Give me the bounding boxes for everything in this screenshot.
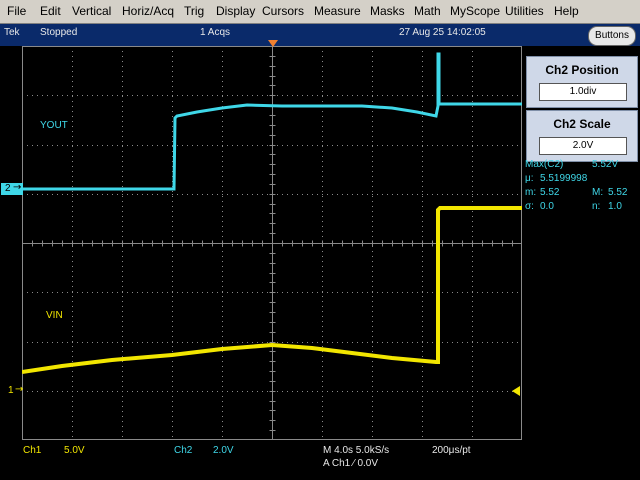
menu-file[interactable]: File [7, 4, 26, 18]
menu-horiz-acq[interactable]: Horiz/Acq [122, 4, 174, 18]
buttons-button[interactable]: Buttons [588, 26, 636, 46]
menu-edit[interactable]: Edit [40, 4, 61, 18]
ch2-scale-value[interactable]: 2.0V [539, 137, 627, 155]
meas-count-label: n: [592, 201, 601, 212]
menu-cursors[interactable]: Cursors [262, 4, 304, 18]
run-state: Stopped [40, 27, 78, 38]
ch1-readout-name[interactable]: Ch1 [23, 445, 41, 456]
trigger-level-icon [512, 386, 520, 396]
ch2-position-value[interactable]: 1.0div [539, 83, 627, 101]
ch2-waveform-label: YOUT [40, 120, 68, 131]
ch2-position-title: Ch2 Position [545, 63, 619, 77]
resolution-readout: 200μs/pt [432, 445, 471, 456]
waveform-display[interactable] [22, 46, 522, 440]
ch1-ground-marker[interactable]: 1 → [6, 384, 24, 397]
date-time: 27 Aug 25 14:02:05 [399, 27, 486, 38]
brand-label: Tek [4, 27, 20, 38]
meas-maxstat-label: M: [592, 187, 604, 198]
menu-vertical[interactable]: Vertical [72, 4, 111, 18]
trigger-readout[interactable]: A Ch1 ⁄ 0.0V [323, 458, 378, 469]
ch2-readout-name[interactable]: Ch2 [174, 445, 192, 456]
acq-count: 1 Acqs [200, 27, 231, 38]
ch2-scale-control[interactable]: Ch2 Scale 2.0V [526, 110, 638, 162]
timebase-readout[interactable]: M 4.0s 5.0kS/s [323, 445, 389, 456]
meas-max-value: 5.52V [592, 159, 619, 170]
menu-measure[interactable]: Measure [314, 4, 361, 18]
arrow-right-icon: → [13, 182, 22, 193]
meas-min-label: m: [525, 187, 537, 198]
ch2-position-control[interactable]: Ch2 Position 1.0div [526, 56, 638, 108]
ch2-scale-title: Ch2 Scale [553, 117, 611, 131]
menu-myscope[interactable]: MyScope [450, 4, 500, 18]
ch1-waveform-label: VIN [46, 310, 63, 321]
menu-bar: File Edit Vertical Horiz/Acq Trig Displa… [0, 0, 640, 24]
menu-masks[interactable]: Masks [370, 4, 405, 18]
side-panel: Ch2 Position 1.0div Ch2 Scale 2.0V Max(C… [522, 46, 640, 440]
meas-maxstat-value: 5.52 [608, 187, 628, 198]
meas-sigma-value: 0.0 [540, 201, 554, 212]
ch2-marker-label: 2 [5, 183, 11, 194]
menu-math[interactable]: Math [414, 4, 441, 18]
status-bar: Tek Stopped 1 Acqs 27 Aug 25 14:02:05 Bu… [0, 24, 640, 46]
menu-display[interactable]: Display [216, 4, 255, 18]
meas-mean-value: 5.5199998 [540, 173, 588, 184]
ch1-marker-label: 1 [8, 385, 14, 396]
meas-min-value: 5.52 [540, 187, 560, 198]
menu-help[interactable]: Help [554, 4, 579, 18]
meas-count-value: 1.0 [608, 201, 622, 212]
trigger-position-icon [268, 40, 278, 47]
meas-max-label: Max(C2) [525, 159, 564, 170]
menu-trig[interactable]: Trig [184, 4, 204, 18]
ch1-readout-scale: 5.0V [64, 445, 85, 456]
menu-utilities[interactable]: Utilities [505, 4, 544, 18]
ch2-readout-scale: 2.0V [213, 445, 234, 456]
arrow-right-icon: → [15, 384, 24, 395]
readout-bar: Ch1 5.0V Ch2 2.0V M 4.0s 5.0kS/s A Ch1 ⁄… [0, 440, 640, 480]
meas-sigma-label: σ: [525, 201, 534, 212]
ch2-ground-marker[interactable]: 2 → [1, 182, 23, 195]
meas-mean-label: μ: [525, 173, 534, 184]
